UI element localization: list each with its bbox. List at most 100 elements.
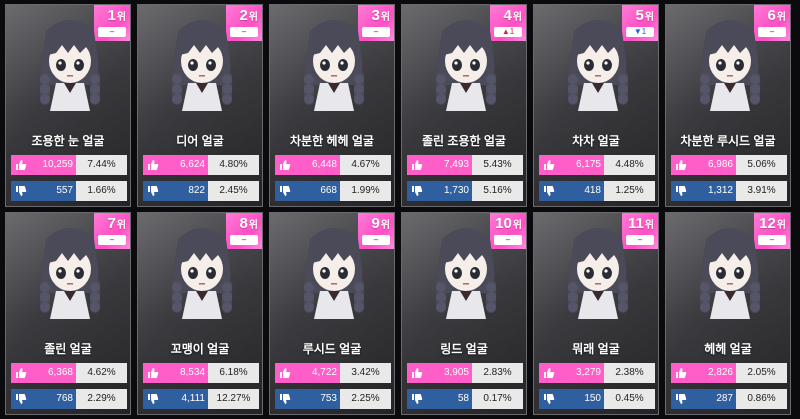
dislike-count: 58 (427, 389, 472, 409)
face-card[interactable]: 10위 – 링드 얼굴 3,905 2.83% 58 0.17% (401, 212, 527, 415)
dislike-row[interactable]: 822 2.45% (143, 181, 259, 201)
face-card[interactable]: 12위 – 헤헤 얼굴 2,826 2.05% 287 0.86% (665, 212, 791, 415)
rank-suffix: 위 (380, 12, 390, 23)
like-count: 3,279 (559, 363, 604, 383)
dislike-row[interactable]: 58 0.17% (407, 389, 523, 409)
dislike-percent: 2.29% (76, 389, 127, 409)
like-row[interactable]: 6,448 4.67% (275, 155, 391, 175)
like-percent: 2.83% (472, 363, 523, 383)
avatar (568, 20, 628, 111)
dislike-row[interactable]: 287 0.86% (671, 389, 787, 409)
rank-suffix: 위 (644, 12, 654, 23)
thumbs-up-icon[interactable] (407, 155, 427, 175)
dislike-row[interactable]: 150 0.45% (539, 389, 655, 409)
thumbs-up-icon[interactable] (11, 363, 31, 383)
like-row[interactable]: 6,986 5.06% (671, 155, 787, 175)
dislike-count: 822 (163, 181, 208, 201)
thumbs-up-icon[interactable] (671, 155, 691, 175)
dislike-row[interactable]: 768 2.29% (11, 389, 127, 409)
thumbs-down-icon[interactable] (671, 181, 691, 201)
rank-suffix: 위 (380, 220, 390, 231)
dislike-percent: 3.91% (736, 181, 787, 201)
dislike-row[interactable]: 753 2.25% (275, 389, 391, 409)
like-row[interactable]: 7,493 5.43% (407, 155, 523, 175)
thumbs-up-icon[interactable] (143, 155, 163, 175)
rank-number: 1 (107, 7, 116, 24)
face-name: 뭐래 얼굴 (572, 342, 620, 356)
dislike-row[interactable]: 557 1.66% (11, 181, 127, 201)
face-name: 차차 얼굴 (572, 134, 620, 148)
dislike-percent: 2.25% (340, 389, 391, 409)
avatar (172, 20, 232, 111)
thumbs-up-icon[interactable] (407, 363, 427, 383)
dislike-percent: 12.27% (208, 389, 259, 409)
dislike-row[interactable]: 1,312 3.91% (671, 181, 787, 201)
avatar (700, 20, 760, 111)
face-card[interactable]: 9위 – 루시드 얼굴 4,722 3.42% 753 2.25% (269, 212, 395, 415)
thumbs-down-icon[interactable] (539, 389, 559, 409)
face-card[interactable]: 7위 – 졸린 얼굴 6,368 4.62% 768 2.29% (5, 212, 131, 415)
thumbs-down-icon[interactable] (275, 389, 295, 409)
thumbs-up-icon[interactable] (275, 363, 295, 383)
thumbs-up-icon[interactable] (143, 363, 163, 383)
like-count: 6,448 (295, 155, 340, 175)
face-name: 링드 얼굴 (440, 342, 488, 356)
dislike-count: 668 (295, 181, 340, 201)
like-row[interactable]: 6,175 4.48% (539, 155, 655, 175)
like-row[interactable]: 8,534 6.18% (143, 363, 259, 383)
face-card[interactable]: 8위 – 꼬맹이 얼굴 8,534 6.18% 4,111 12.27% (137, 212, 263, 415)
dislike-count: 287 (691, 389, 736, 409)
face-card[interactable]: 3위 – 차분한 헤헤 얼굴 6,448 4.67% 668 1.99% (269, 4, 395, 207)
thumbs-down-icon[interactable] (671, 389, 691, 409)
face-name: 차분한 헤헤 얼굴 (290, 134, 374, 148)
like-row[interactable]: 10,259 7.44% (11, 155, 127, 175)
thumbs-down-icon[interactable] (143, 389, 163, 409)
dislike-count: 753 (295, 389, 340, 409)
thumbs-up-icon[interactable] (539, 363, 559, 383)
thumbs-down-icon[interactable] (407, 181, 427, 201)
dislike-percent: 0.45% (604, 389, 655, 409)
face-name: 졸린 조용한 얼굴 (422, 134, 506, 148)
thumbs-up-icon[interactable] (671, 363, 691, 383)
dislike-row[interactable]: 668 1.99% (275, 181, 391, 201)
avatar (40, 228, 100, 319)
like-row[interactable]: 4,722 3.42% (275, 363, 391, 383)
like-count: 3,905 (427, 363, 472, 383)
face-card[interactable]: 4위 ▲1 졸린 조용한 얼굴 7,493 5.43% 1,730 5.16% (401, 4, 527, 207)
rank-number: 2 (239, 7, 248, 24)
face-card[interactable]: 1위 – 조용한 눈 얼굴 10,259 7.44% 557 1.66% (5, 4, 131, 207)
dislike-count: 1,312 (691, 181, 736, 201)
dislike-percent: 2.45% (208, 181, 259, 201)
like-row[interactable]: 3,905 2.83% (407, 363, 523, 383)
like-row[interactable]: 2,826 2.05% (671, 363, 787, 383)
face-name: 조용한 눈 얼굴 (31, 134, 105, 148)
dislike-row[interactable]: 4,111 12.27% (143, 389, 259, 409)
dislike-count: 418 (559, 181, 604, 201)
like-row[interactable]: 6,368 4.62% (11, 363, 127, 383)
dislike-row[interactable]: 418 1.25% (539, 181, 655, 201)
thumbs-down-icon[interactable] (11, 181, 31, 201)
face-card[interactable]: 11위 – 뭐래 얼굴 3,279 2.38% 150 0.45% (533, 212, 659, 415)
thumbs-up-icon[interactable] (539, 155, 559, 175)
dislike-row[interactable]: 1,730 5.16% (407, 181, 523, 201)
face-card[interactable]: 2위 – 디어 얼굴 6,624 4.80% 822 2.45% (137, 4, 263, 207)
like-percent: 4.62% (76, 363, 127, 383)
thumbs-down-icon[interactable] (11, 389, 31, 409)
thumbs-down-icon[interactable] (275, 181, 295, 201)
face-name: 차분한 루시드 얼굴 (680, 134, 776, 148)
dislike-count: 557 (31, 181, 76, 201)
dislike-percent: 0.17% (472, 389, 523, 409)
face-card[interactable]: 5위 ▼1 차차 얼굴 6,175 4.48% 418 1.25% (533, 4, 659, 207)
like-row[interactable]: 3,279 2.38% (539, 363, 655, 383)
thumbs-down-icon[interactable] (407, 389, 427, 409)
thumbs-down-icon[interactable] (143, 181, 163, 201)
thumbs-up-icon[interactable] (275, 155, 295, 175)
thumbs-down-icon[interactable] (539, 181, 559, 201)
thumbs-up-icon[interactable] (11, 155, 31, 175)
avatar (172, 228, 232, 319)
like-row[interactable]: 6,624 4.80% (143, 155, 259, 175)
dislike-percent: 1.25% (604, 181, 655, 201)
dislike-percent: 1.66% (76, 181, 127, 201)
rank-suffix: 위 (776, 220, 786, 231)
face-card[interactable]: 6위 – 차분한 루시드 얼굴 6,986 5.06% 1,312 3.91% (665, 4, 791, 207)
